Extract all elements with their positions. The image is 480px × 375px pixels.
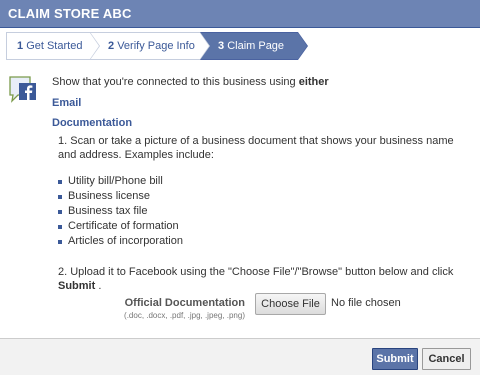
upload-row: Official Documentation (.doc, .docx, .pd… bbox=[0, 293, 480, 325]
cancel-button[interactable]: Cancel bbox=[422, 348, 471, 370]
step-number: 1 bbox=[17, 40, 24, 52]
step-arrow-fill bbox=[200, 33, 209, 59]
step1-text: 1. Scan or take a picture of a business … bbox=[58, 135, 454, 161]
list-item: Utility bill/Phone bill bbox=[58, 174, 463, 189]
intro-lead: Show that you're connected to this busin… bbox=[52, 76, 299, 88]
dialog-titlebar: CLAIM STORE ABC bbox=[0, 0, 480, 28]
intro-text: Show that you're connected to this busin… bbox=[52, 76, 472, 88]
bullet-icon bbox=[58, 225, 62, 229]
email-link[interactable]: Email bbox=[52, 97, 472, 109]
example-label: Articles of incorporation bbox=[68, 235, 183, 247]
step2-lead: 2. Upload it to Facebook using the "Choo… bbox=[58, 266, 454, 278]
dialog-footer: Submit Cancel bbox=[0, 338, 480, 375]
bullet-icon bbox=[58, 240, 62, 244]
step-get-started[interactable]: 1 Get Started bbox=[6, 32, 100, 60]
list-item: Certificate of formation bbox=[58, 219, 463, 234]
step-label: Verify Page Info bbox=[117, 40, 195, 52]
list-item: Business tax file bbox=[58, 204, 463, 219]
example-label: Business tax file bbox=[68, 205, 148, 217]
step-verify-page-info[interactable]: 2 Verify Page Info bbox=[90, 32, 210, 60]
intro-section: Show that you're connected to this busin… bbox=[52, 76, 472, 129]
bullet-icon bbox=[58, 195, 62, 199]
step-progress: 1 Get Started 2 Verify Page Info 3 Claim… bbox=[6, 32, 308, 60]
file-status: No file chosen bbox=[331, 297, 401, 309]
upload-formats: (.doc, .docx, .pdf, .jpg, .jpeg, .png) bbox=[124, 311, 245, 320]
step2-text: 2. Upload it to Facebook using the "Choo… bbox=[58, 265, 463, 293]
submit-button[interactable]: Submit bbox=[372, 348, 418, 370]
list-item: Business license bbox=[58, 189, 463, 204]
example-label: Utility bill/Phone bill bbox=[68, 175, 163, 187]
examples-list: Utility bill/Phone bill Business license… bbox=[58, 174, 463, 249]
step-label: Claim Page bbox=[227, 40, 285, 52]
bullet-icon bbox=[58, 180, 62, 184]
step-claim-page[interactable]: 3 Claim Page bbox=[200, 32, 308, 60]
documentation-instructions: 1. Scan or take a picture of a business … bbox=[58, 134, 463, 293]
dialog-title: CLAIM STORE ABC bbox=[8, 6, 132, 21]
step2-emphasis: Submit bbox=[58, 280, 96, 292]
step-arrow-fill bbox=[90, 33, 99, 59]
example-label: Certificate of formation bbox=[68, 220, 179, 232]
example-label: Business license bbox=[68, 190, 150, 202]
step-arrow-fill bbox=[298, 33, 307, 59]
list-item: Articles of incorporation bbox=[58, 234, 463, 249]
step2-end: . bbox=[95, 280, 102, 292]
choose-file-button[interactable]: Choose File bbox=[255, 293, 326, 315]
upload-label: Official Documentation bbox=[124, 297, 245, 309]
intro-emphasis: either bbox=[298, 76, 329, 88]
step-label: Get Started bbox=[26, 40, 83, 52]
bullet-icon bbox=[58, 210, 62, 214]
facebook-page-icon bbox=[9, 76, 36, 103]
step-number: 3 bbox=[218, 40, 225, 52]
documentation-link[interactable]: Documentation bbox=[52, 117, 472, 129]
step-number: 2 bbox=[108, 40, 115, 52]
